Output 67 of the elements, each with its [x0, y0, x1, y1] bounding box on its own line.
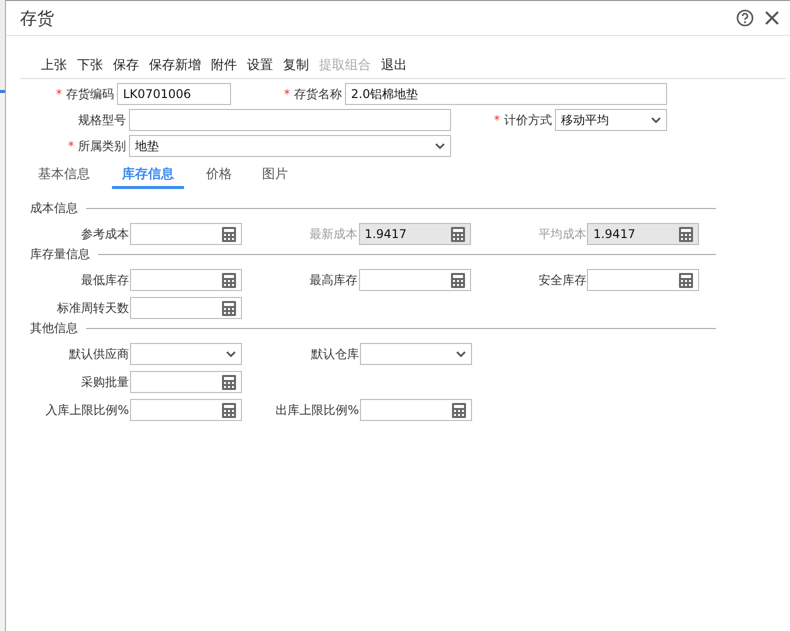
field-label: 默认供应商 — [68, 346, 130, 362]
number-field[interactable] — [130, 223, 242, 245]
toolbar-button[interactable]: 退出 — [376, 56, 412, 74]
number-field[interactable] — [130, 371, 242, 393]
field-label: 标准周转天数 — [56, 300, 130, 316]
input-field[interactable]: LK0701006 — [117, 83, 231, 105]
calculator-icon[interactable] — [222, 402, 236, 418]
number-field[interactable] — [358, 269, 471, 291]
field-label: 计价方式 — [504, 112, 552, 128]
dropdown-field[interactable]: 移动平均 — [555, 109, 667, 131]
section-title: 库存量信息 — [30, 246, 90, 262]
tab[interactable]: 图片 — [254, 163, 296, 189]
required-mark: * — [56, 87, 62, 101]
field-label: 默认仓库 — [310, 346, 360, 362]
field-label: 平均成本 — [537, 226, 588, 242]
field-label: 安全库存 — [537, 272, 588, 288]
number-field[interactable] — [130, 269, 242, 291]
required-mark: * — [494, 113, 500, 127]
calculator-icon[interactable] — [450, 226, 465, 242]
window-title: 存货 — [20, 8, 55, 30]
field-label: 出库上限比例% — [274, 402, 360, 418]
field-label: 最低库存 — [80, 272, 130, 288]
field-label: 存货编码 — [66, 86, 114, 102]
number-field[interactable] — [360, 399, 472, 421]
calculator-icon[interactable] — [222, 374, 236, 390]
dropdown-field[interactable] — [130, 343, 242, 365]
calculator-icon[interactable] — [222, 226, 236, 242]
field-label: 入库上限比例% — [44, 402, 130, 418]
toolbar-button[interactable]: 保存 — [108, 56, 144, 74]
close-icon[interactable] — [764, 10, 780, 26]
toolbar-button[interactable]: 附件 — [206, 56, 242, 74]
toolbar-button[interactable]: 上张 — [36, 56, 72, 74]
toolbar-button[interactable]: 保存新增 — [144, 56, 206, 74]
field-label: 规格型号 — [78, 112, 126, 128]
section-title: 其他信息 — [30, 320, 78, 336]
chevron-down-icon — [226, 351, 236, 357]
field-label: 采购批量 — [80, 374, 130, 390]
calculator-icon[interactable] — [222, 300, 236, 316]
number-field[interactable] — [130, 297, 242, 319]
chevron-down-icon — [435, 143, 445, 149]
help-icon[interactable] — [736, 9, 754, 27]
tab[interactable]: 价格 — [198, 163, 240, 189]
toolbar-button[interactable]: 下张 — [72, 56, 108, 74]
tab[interactable]: 基本信息 — [30, 163, 98, 189]
required-mark: * — [68, 139, 74, 153]
input-field[interactable]: 2.0铝棉地垫 — [345, 83, 667, 105]
dropdown-field[interactable] — [360, 343, 472, 365]
calculator-icon[interactable] — [450, 272, 465, 288]
field-label: 存货名称 — [294, 86, 342, 102]
required-mark: * — [284, 87, 290, 101]
field-label: 最新成本 — [308, 226, 359, 242]
toolbar-button[interactable]: 设置 — [242, 56, 278, 74]
chevron-down-icon — [651, 117, 661, 123]
calculator-icon[interactable] — [679, 272, 694, 288]
toolbar-button[interactable]: 复制 — [278, 56, 314, 74]
field-label: 参考成本 — [80, 226, 130, 242]
number-field[interactable] — [587, 269, 700, 291]
dropdown-field[interactable]: 地垫 — [129, 135, 451, 157]
field-label: 所属类别 — [78, 138, 126, 154]
chevron-down-icon — [456, 351, 466, 357]
input-field[interactable] — [129, 109, 451, 131]
calculator-icon[interactable] — [222, 272, 236, 288]
calculator-icon[interactable] — [679, 226, 694, 242]
calculator-icon[interactable] — [452, 402, 466, 418]
field-label: 最高库存 — [308, 272, 359, 288]
section-title: 成本信息 — [30, 200, 78, 216]
number-field[interactable] — [130, 399, 242, 421]
